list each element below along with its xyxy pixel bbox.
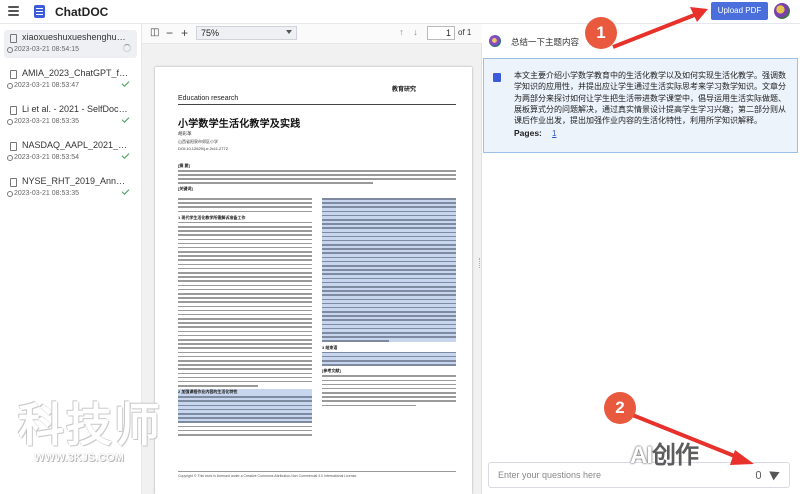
top-bar: ChatDOC (0, 0, 800, 24)
doc-time: 2023-03-21 08:53:54 (14, 154, 79, 161)
watermark-ai: AI (630, 442, 653, 469)
watermark-left: 科技师 WWW.3KJS.COM (18, 400, 183, 480)
file-icon (10, 70, 17, 79)
check-icon (121, 115, 130, 123)
abstract-label: [摘 要] (178, 163, 190, 168)
page-number-input[interactable]: 1 (427, 26, 455, 40)
pdf-page: 教育研究 Education research 小学数学生活化教学及实践 胡彩革… (155, 67, 472, 494)
page-footer: Copyright © This work is licensed under … (178, 474, 358, 478)
file-icon (10, 106, 17, 115)
mic-icon[interactable] (756, 471, 761, 479)
doc-time: 2023-03-21 08:53:35 (14, 190, 79, 197)
page-link[interactable]: 1 (552, 129, 556, 138)
footer-rule (178, 471, 456, 472)
answer-card: 本文主要介绍小学数学教育中的生活化教学以及如何实现生活化教学。强调数学知识的应用… (483, 58, 798, 153)
doc-name: NASDAQ_AAPL_2021_An... (22, 140, 130, 150)
clock-icon (7, 155, 13, 161)
watermark-url: WWW.3KJS.COM (34, 452, 124, 464)
doc-time: 2023-03-21 08:53:47 (14, 82, 79, 89)
file-icon (10, 142, 17, 151)
input-placeholder: Enter your questions here (498, 470, 602, 480)
doc-name: Li et al. - 2021 - SelfDoc S... (22, 104, 130, 114)
doc-item-2[interactable]: AMIA_2023_ChatGPT_for... 2023-03-21 08:5… (4, 66, 137, 94)
doc-item-3[interactable]: Li et al. - 2021 - SelfDoc S... 2023-03-… (4, 102, 137, 130)
clock-icon (7, 119, 13, 125)
question-avatar (489, 35, 501, 47)
question-text: 总结一下主题内容 (511, 37, 580, 47)
highlight-block (322, 351, 456, 366)
references-heading: [参考文献] (322, 368, 341, 374)
down-arrow-icon[interactable]: ↓ (411, 27, 420, 37)
section-heading: 1 现代学生活化教学所需解诉准备工作 (178, 214, 246, 220)
doc-time: 2023-03-21 08:53:35 (14, 118, 79, 125)
pdf-viewer[interactable]: 教育研究 Education research 小学数学生活化教学及实践 胡彩革… (142, 44, 482, 494)
doc-name: AMIA_2023_ChatGPT_for... (22, 68, 130, 78)
watermark-chars: 科技师 (18, 399, 162, 451)
keywords-label: [关键词] (178, 185, 193, 191)
right-column: 3 结束语 [参考文献] (322, 198, 456, 409)
up-arrow-icon[interactable]: ↑ (397, 27, 406, 37)
check-icon (121, 187, 130, 195)
sidebar-toggle-icon[interactable]: ◫ (150, 27, 159, 39)
chevron-down-icon (286, 30, 292, 34)
doc-item-5[interactable]: NYSE_RHT_2019_Annual... 2023-03-21 08:53… (4, 174, 137, 202)
header-rule (178, 104, 456, 105)
section-heading: 2 加强课程作业内容的生活化特性 (178, 389, 238, 395)
annotation-badge-2: 2 (604, 392, 636, 424)
spinner-icon (123, 44, 131, 52)
watermark-text: 创作 (652, 442, 699, 469)
zoom-out-icon[interactable]: − (166, 27, 173, 39)
send-icon[interactable] (769, 467, 782, 481)
zoom-in-icon[interactable]: + (181, 27, 188, 39)
annotation-badge-1: 1 (585, 17, 617, 49)
check-icon (121, 151, 130, 159)
doc-item-4[interactable]: NASDAQ_AAPL_2021_An... 2023-03-21 08:53:… (4, 138, 137, 166)
paper-affiliation: 山西省阳泉市郊区小学 (178, 139, 218, 144)
zoom-value: 75% (201, 28, 220, 38)
pages-label: Pages: (514, 128, 542, 138)
upload-pdf-button[interactable]: Upload PDF (711, 2, 768, 20)
watermark-right: AI创作 (630, 435, 699, 470)
clock-icon (7, 191, 13, 197)
highlight-block (322, 198, 456, 342)
pdf-toolbar: ◫ − + 75% ↑ ↓ 1 of 1 (142, 24, 482, 44)
clock-icon (7, 47, 13, 53)
section-heading: 3 结束语 (322, 344, 338, 350)
doc-name: xiaoxueshuxueshenghuoh... (22, 32, 130, 42)
file-icon (10, 178, 17, 187)
journal-name: Education research (178, 95, 239, 102)
page-total: of 1 (458, 28, 472, 37)
logo-icon (34, 5, 45, 18)
doc-time: 2023-03-21 08:54:15 (14, 46, 79, 53)
check-icon (121, 79, 130, 87)
journal-masthead: 教育研究 (392, 87, 417, 93)
highlight-block: 2 加强课程作业内容的生活化特性 (178, 389, 312, 423)
paper-author: 胡彩革 (178, 131, 192, 136)
file-icon (10, 34, 17, 43)
doc-name: NYSE_RHT_2019_Annual... (22, 176, 130, 186)
paper-title: 小学数学生活化教学及实践 (178, 119, 301, 130)
left-column: 1 现代学生活化教学所需解诉准备工作 2 加强课程作业内容的生活化特性 (178, 198, 312, 438)
paper-abstract: [摘 要] [关键词] (178, 161, 456, 191)
paper-doi: DOI:10.12629/j.rr.2x11.2772 (178, 146, 228, 151)
app-title: ChatDOC (55, 5, 109, 19)
answer-text: 本文主要介绍小学数学教育中的生活化教学以及如何实现生活化教学。强调数学知识的应用… (514, 71, 786, 126)
zoom-select[interactable]: 75% (196, 26, 297, 40)
user-avatar[interactable] (774, 3, 790, 19)
clock-icon (7, 83, 13, 89)
menu-icon[interactable] (8, 6, 19, 17)
doc-item-1[interactable]: xiaoxueshuxueshenghuoh... 2023-03-21 08:… (4, 30, 137, 58)
bot-icon (493, 73, 501, 82)
